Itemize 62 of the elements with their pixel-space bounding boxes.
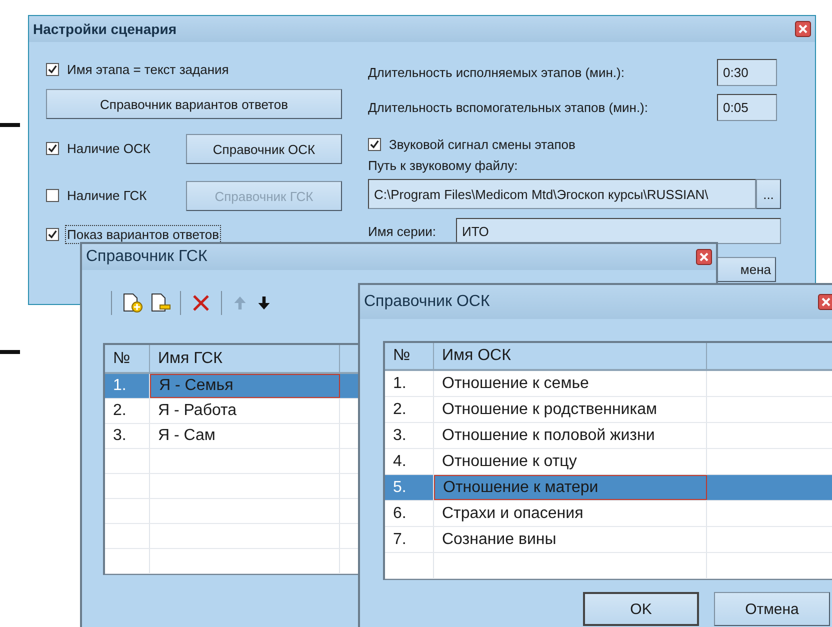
table-row[interactable]: 5. Отношение к матери: [385, 475, 832, 501]
table-cell: 5.: [385, 475, 434, 500]
table-cell: Отношение к половой жизни: [434, 423, 707, 448]
window-title: Справочник ОСК: [364, 293, 490, 311]
table-cell: Я - Сам: [150, 424, 340, 448]
input-field[interactable]: ИТО: [456, 218, 781, 244]
table-cell: 7.: [385, 527, 434, 552]
table-row[interactable]: 3. Отношение к половой жизни: [385, 423, 832, 449]
table-row[interactable]: 6. Страхи и опасения: [385, 501, 832, 527]
close-icon[interactable]: [696, 249, 712, 265]
input-field[interactable]: C:\Program Files\Medicom Mtd\Эгоскоп курсы\RUSSIAN\: [368, 179, 756, 209]
field-label: Имя серии:: [368, 224, 438, 238]
close-icon[interactable]: [818, 294, 832, 310]
table-cell: Я - Работа: [150, 399, 340, 423]
table-cell: Отношение к отцу: [434, 449, 707, 474]
field-label: Длительность вспомогательных этапов (мин.):: [368, 100, 648, 115]
checkbox-label: Наличие ГСК: [66, 186, 148, 204]
table-cell: Отношение к матери: [434, 475, 707, 500]
checkbox-label: Звуковой сигнал смены этапов: [388, 136, 576, 154]
table-cell: Страхи и опасения: [434, 501, 707, 526]
dash-mark: [0, 350, 20, 354]
checkbox[interactable]: [46, 188, 59, 202]
table-cell: 3.: [105, 424, 150, 448]
table-cell: Отношение к родственникам: [434, 397, 707, 422]
input-field[interactable]: 0:30: [717, 59, 777, 86]
table-row[interactable]: 2. Отношение к родственникам: [385, 397, 832, 423]
checkbox-label: Имя этапа = текст задания: [66, 60, 230, 78]
table-cell: Я - Семья: [150, 374, 340, 398]
column-header[interactable]: Имя ГСК: [150, 345, 340, 372]
dash-mark: [0, 123, 20, 127]
checkbox[interactable]: [46, 142, 59, 155]
checkbox-label: Наличие ОСК: [66, 140, 152, 158]
answers-reference-button[interactable]: Справочник вариантов ответов: [46, 89, 342, 119]
window-title: Справочник ГСК: [86, 248, 208, 266]
table-row[interactable]: 7. Сознание вины: [385, 527, 832, 553]
column-header[interactable]: №: [385, 343, 434, 369]
input-field[interactable]: 0:05: [717, 94, 777, 121]
table-cell: 3.: [385, 423, 434, 448]
checkbox[interactable]: [368, 138, 381, 150]
table-cell: 2.: [385, 397, 434, 422]
window-title: Настройки сценария: [33, 21, 176, 37]
table-cell: 4.: [385, 449, 434, 474]
remove-page-icon[interactable]: [149, 292, 171, 314]
add-page-icon[interactable]: [121, 292, 143, 314]
checkbox[interactable]: [46, 228, 59, 240]
table-row[interactable]: 1. Отношение к семье: [385, 371, 832, 397]
field-label: Путь к звуковому файлу:: [368, 156, 519, 175]
checkbox[interactable]: [46, 62, 59, 76]
table-cell: 1.: [105, 374, 150, 398]
table-cell: 2.: [105, 399, 150, 423]
column-header[interactable]: №: [105, 345, 150, 372]
close-icon[interactable]: [795, 21, 811, 37]
table-cell: Сознание вины: [434, 527, 707, 552]
table-cell: Отношение к семье: [434, 371, 707, 396]
osk-reference-button[interactable]: Справочник ОСК: [186, 134, 342, 164]
browse-button[interactable]: ...: [756, 179, 781, 209]
field-label: Длительность исполняемых этапов (мин.):: [368, 65, 624, 80]
cancel-button[interactable]: Отмена: [714, 592, 830, 626]
table-cell: 1.: [385, 371, 434, 396]
column-header[interactable]: Имя ОСК: [434, 343, 707, 369]
table-cell: 6.: [385, 501, 434, 526]
ok-button[interactable]: OK: [583, 592, 699, 626]
